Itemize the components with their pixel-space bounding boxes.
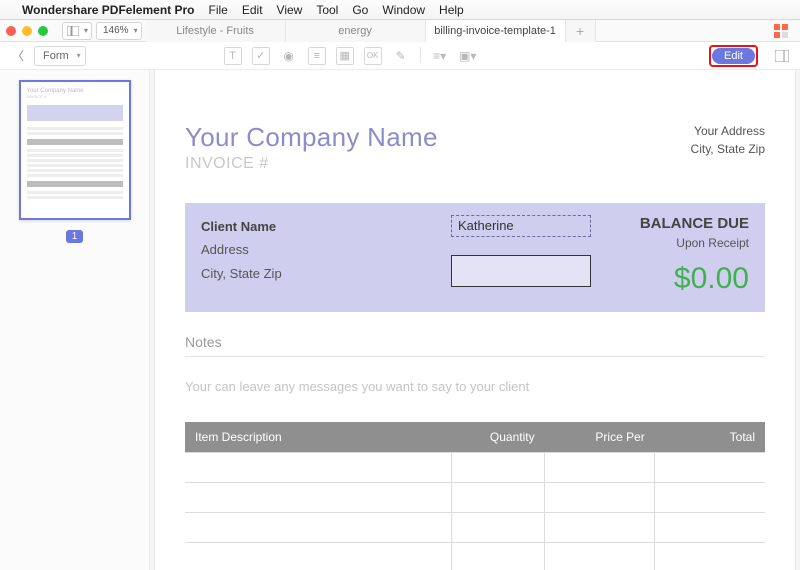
menu-view[interactable]: View [277,3,303,17]
company-name: Your Company Name [185,122,438,153]
upon-receipt-label: Upon Receipt [601,236,749,250]
your-address-line1: Your Address [691,122,765,140]
menu-window[interactable]: Window [382,3,425,17]
table-row[interactable] [185,453,765,483]
edit-button[interactable]: Edit [712,48,755,64]
address-field[interactable] [451,255,591,287]
panel-toggle-icon[interactable] [774,48,790,64]
listbox-tool-icon[interactable]: ▦ [336,47,354,65]
tab-label: energy [338,25,372,37]
menu-tool[interactable]: Tool [316,3,338,17]
col-price-header: Price Per [545,422,655,453]
app-name[interactable]: Wondershare PDFelement Pro [22,3,195,17]
page-thumbnail-1[interactable]: Your Company Name INVOICE # [19,80,131,220]
window-toolbar: 146% Lifestyle - Fruits energy billing-i… [0,20,800,42]
minimize-window-icon[interactable] [22,26,32,36]
tab-lifestyle[interactable]: Lifestyle - Fruits [146,20,286,42]
client-name-value: Katherine [458,218,514,233]
form-label: Form [43,50,69,62]
mac-menubar: Wondershare PDFelement Pro File Edit Vie… [0,0,800,20]
menu-go[interactable]: Go [352,3,368,17]
page-number: 1 [72,231,78,242]
client-name-field[interactable]: Katherine [451,215,591,237]
menu-edit[interactable]: Edit [242,3,263,17]
client-balance-band: Client Name Address City, State Zip Kath… [185,203,765,312]
edit-label: Edit [724,50,743,62]
address-label: Address [201,238,451,261]
menu-file[interactable]: File [209,3,228,17]
tab-label: billing-invoice-template-1 [434,25,556,37]
align-tool-icon[interactable]: ≡▾ [431,47,449,65]
document-canvas[interactable]: Your Company Name INVOICE # Your Address… [150,70,800,570]
tab-label: Lifestyle - Fruits [176,25,254,37]
table-row[interactable] [185,483,765,513]
city-zip-label: City, State Zip [201,262,451,285]
client-name-label: Client Name [201,215,451,238]
balance-due-label: BALANCE DUE [601,215,749,232]
divider [420,47,421,63]
table-row[interactable] [185,513,765,543]
document-page: Your Company Name INVOICE # Your Address… [155,70,795,570]
tab-strip: Lifestyle - Fruits energy billing-invoic… [146,20,764,42]
button-tool-icon[interactable]: OK [364,47,382,65]
tab-energy[interactable]: energy [286,20,426,42]
back-icon[interactable]: 〈 [10,47,26,64]
notes-placeholder-text: Your can leave any messages you want to … [185,379,765,394]
form-tool-icons: T ✓ ◉ ≡ ▦ OK ✎ ≡▾ ▣▾ [224,47,477,65]
page-number-badge[interactable]: 1 [66,230,84,243]
textfield-tool-icon[interactable]: T [224,47,242,65]
zoom-window-icon[interactable] [38,26,48,36]
edit-button-highlight: Edit [709,45,758,67]
zoom-value: 146% [103,25,129,36]
tab-add[interactable]: + [566,20,596,42]
close-window-icon[interactable] [6,26,16,36]
more-tools-icon[interactable]: ▣▾ [459,47,477,65]
notes-heading: Notes [185,334,765,350]
signature-tool-icon[interactable]: ✎ [392,47,410,65]
col-total-header: Total [655,422,765,453]
checkbox-tool-icon[interactable]: ✓ [252,47,270,65]
col-qty-header: Quantity [452,422,545,453]
apps-grid-icon[interactable] [774,24,788,38]
combobox-tool-icon[interactable]: ≡ [308,47,326,65]
notes-divider [185,356,765,357]
invoice-number-label: INVOICE # [185,155,438,173]
thumbnail-sidebar: Your Company Name INVOICE # 1 [0,70,150,570]
table-row[interactable] [185,543,765,570]
menu-help[interactable]: Help [439,3,464,17]
traffic-lights [6,26,48,36]
zoom-select[interactable]: 146% [96,22,142,40]
radio-tool-icon[interactable]: ◉ [280,47,298,65]
sub-toolbar: 〈 Form T ✓ ◉ ≡ ▦ OK ✎ ≡▾ ▣▾ Edit [0,42,800,70]
col-desc-header: Item Description [185,422,452,453]
your-address-block: Your Address City, State Zip [691,122,765,158]
items-table: Item Description Quantity Price Per Tota… [185,422,765,570]
your-address-line2: City, State Zip [691,140,765,158]
balance-amount: $0.00 [601,262,749,296]
tab-billing-invoice[interactable]: billing-invoice-template-1 [426,20,566,42]
form-mode-select[interactable]: Form [34,46,86,66]
sidebar-view-select[interactable] [62,22,92,40]
workspace: Your Company Name INVOICE # 1 Your Compa… [0,70,800,570]
